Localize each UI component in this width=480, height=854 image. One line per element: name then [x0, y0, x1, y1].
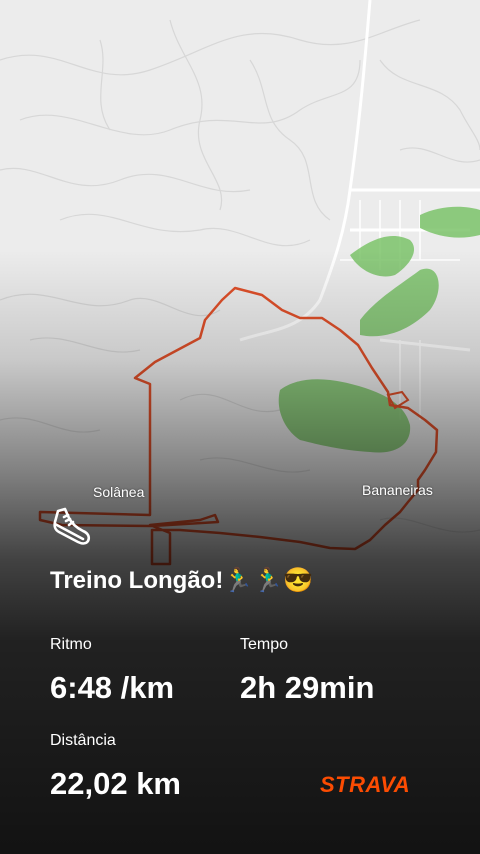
running-shoe-icon — [53, 507, 91, 545]
map-label-bananeiras: Bananeiras — [362, 482, 433, 498]
strava-logo: STRAVA — [320, 772, 411, 797]
pace-value: 6:48 /km — [50, 670, 175, 705]
map-label-solanea: Solânea — [93, 484, 145, 500]
time-value: 2h 29min — [240, 670, 375, 705]
activity-title: Treino Longão!🏃‍♂️🏃‍♂️😎 — [50, 567, 313, 594]
pace-label: Ritmo — [50, 636, 92, 653]
time-label: Tempo — [240, 636, 289, 653]
distance-label: Distância — [50, 732, 116, 749]
distance-value: 22,02 km — [50, 766, 181, 801]
route-map — [0, 0, 480, 854]
